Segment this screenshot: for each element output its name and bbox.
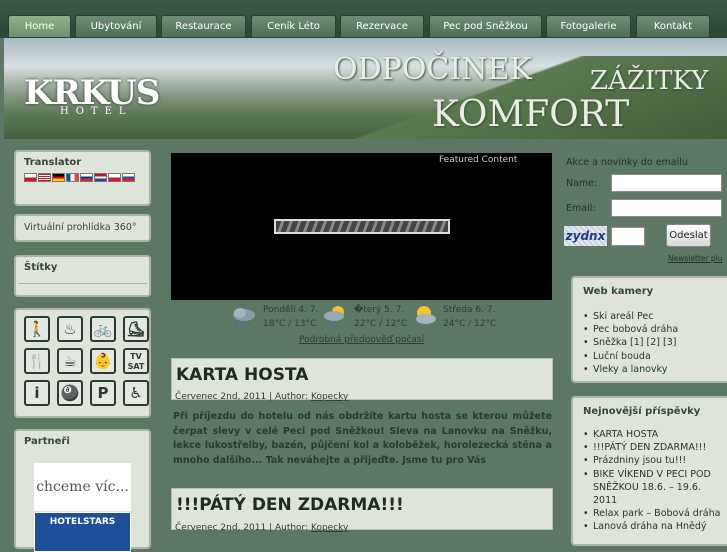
billiards-icon: 🎱 [57, 380, 83, 406]
featured-content-label: Featured Content [439, 155, 518, 165]
recent-post-link[interactable]: KARTA HOSTA [581, 428, 727, 441]
captcha-image: zydnx [564, 226, 607, 246]
tags-title: Štítky [24, 262, 58, 273]
nav-rezervace[interactable]: Rezervace [340, 15, 424, 37]
recent-posts-title: Nejnovější příspěvky [583, 406, 701, 417]
recent-post-link[interactable]: Relax park – Bobová dráha [581, 507, 727, 520]
tv-sat-icon: TV SAT [123, 348, 149, 374]
nav-pec[interactable]: Pec pod Sněžkou [429, 15, 542, 37]
article-author-2[interactable]: Kopecky [311, 523, 348, 533]
translator-box: Translator [14, 150, 151, 206]
webcam-link[interactable]: Sněžka [1] [2] [3] [581, 336, 727, 349]
webcam-list: Ski areál PecPec bobová dráhaSněžka [1] … [573, 310, 727, 376]
partners-box: Partneři chceme víc... HOTELSTARS [14, 429, 151, 552]
restaurant-icon: 🍴 [24, 348, 50, 374]
flag-nl-icon[interactable] [94, 173, 107, 182]
webcam-box: Web kamery Ski areál PecPec bobová dráha… [571, 276, 727, 383]
article-date-1: Červenec 2nd, 2011 | Author: [175, 392, 311, 402]
captcha-field[interactable] [611, 227, 645, 246]
bar-icon: ☕ [57, 348, 83, 374]
webcam-link[interactable]: Vleky a lanovky [581, 363, 727, 376]
nav-cenik[interactable]: Ceník Léto [251, 15, 336, 37]
name-label: Name: [566, 178, 598, 189]
forecast-link[interactable]: Podrobná předpověď počasí [299, 335, 424, 345]
slogan-komfort: KOMFORT [432, 94, 630, 135]
nav-kontakt[interactable]: Kontakt [636, 15, 710, 37]
sun-cloud-icon [416, 306, 436, 324]
webcam-link[interactable]: Ski areál Pec [581, 310, 727, 323]
bike-icon: 🚲 [90, 316, 116, 342]
recent-posts-list: KARTA HOSTA!!!PÁTÝ DEN ZDARMA!!!Prázdnin… [573, 428, 727, 534]
nav-ubytovani[interactable]: Ubytování [75, 15, 157, 37]
flag-de-icon[interactable] [52, 173, 65, 182]
recent-post-link[interactable]: !!!PÁTÝ DEN ZDARMA!!! [581, 441, 727, 454]
flag-ru-icon[interactable] [80, 173, 93, 182]
slogan-odpocinek: ODPOČINEK [333, 52, 532, 87]
recent-post-link[interactable]: Lanová dráha na Hnědý [581, 520, 727, 533]
newsletter-title: Akce a novinky do emailu [566, 157, 688, 168]
slogan-zazitky: ZÁŽITKY [590, 66, 709, 96]
weather-day-1: Pondělí 4. 7. [263, 305, 319, 315]
partners-title: Partneři [24, 436, 70, 447]
nav-fotogalerie[interactable]: Fotogalerie [546, 15, 631, 37]
email-field[interactable] [611, 199, 722, 217]
article-author-1[interactable]: Kopecky [311, 392, 348, 402]
send-button[interactable]: Odeslat [666, 224, 711, 247]
nav-restaurace[interactable]: Restaurace [161, 15, 246, 37]
rain-cloud-icon [233, 308, 255, 327]
loading-bar [274, 219, 450, 234]
newsletter-plugin-link[interactable]: Newsletter plu [668, 254, 723, 263]
email-label: Email: [566, 203, 596, 214]
partner-chceme-vic[interactable]: chceme víc... [34, 463, 131, 511]
article-date-2: Červenec 2nd, 2011 | Author: [175, 523, 311, 533]
recent-posts-box: Nejnovější příspěvky KARTA HOSTA!!!PÁTÝ … [571, 396, 727, 546]
tags-box: Štítky [14, 255, 151, 297]
wheelchair-icon: ♿ [123, 380, 149, 406]
webcam-title: Web kamery [583, 286, 654, 297]
webcam-link[interactable]: Luční bouda [581, 350, 727, 363]
wellness-icon: ♨ [57, 316, 83, 342]
flag-list [16, 173, 149, 185]
parking-icon: P [90, 380, 116, 406]
webcam-link[interactable]: Pec bobová dráha [581, 323, 727, 336]
flag-us-icon[interactable] [38, 173, 51, 182]
flag-cz-icon[interactable] [24, 173, 37, 182]
weather-temp-2: 22°C / 12°C [354, 319, 408, 329]
partner-hotelstars[interactable]: HOTELSTARS [34, 512, 131, 552]
top-navigation: Home Ubytování Restaurace Ceník Léto Rez… [0, 0, 727, 38]
article-excerpt-1: Při příjezdu do hotelu od nás obdržíte k… [173, 411, 552, 466]
weather-temp-3: 24°C / 12°C [443, 319, 497, 329]
name-field[interactable] [611, 174, 722, 192]
nav-home[interactable]: Home [8, 15, 71, 37]
translator-title: Translator [24, 157, 82, 168]
virtual-tour-link[interactable]: Virtuální prohlídka 360° [16, 216, 149, 239]
article-meta-1: Červenec 2nd, 2011 | Author: Kopecky [175, 392, 348, 402]
recent-post-link[interactable]: BIKE VÍKEND V PECI POD SNĚŽKOU 18.6. – 1… [581, 468, 727, 508]
weather-temp-1: 18°C / 13°C [263, 319, 317, 329]
virtual-tour-box[interactable]: Virtuální prohlídka 360° [14, 214, 151, 242]
flag-fr-icon[interactable] [66, 173, 79, 182]
weather-day-2: �terý 5. 7. [354, 305, 405, 315]
recent-post-link[interactable]: Prázdniny jsou tu!!! [581, 454, 727, 467]
skating-icon: ⛸ [123, 316, 149, 342]
flag-pl-icon[interactable] [108, 173, 121, 182]
info-icon: i [24, 380, 50, 406]
tags-divider [18, 283, 147, 284]
sun-rain-icon [324, 306, 344, 326]
flag-sk-icon[interactable] [122, 173, 135, 182]
person-icon: 🚶 [24, 316, 50, 342]
article-meta-2: Červenec 2nd, 2011 | Author: Kopecky [175, 523, 348, 533]
kids-icon: 👶 [90, 348, 116, 374]
hotel-logo-subtitle: HOTEL [60, 106, 133, 117]
weather-day-3: Středa 6. 7. [443, 305, 496, 315]
